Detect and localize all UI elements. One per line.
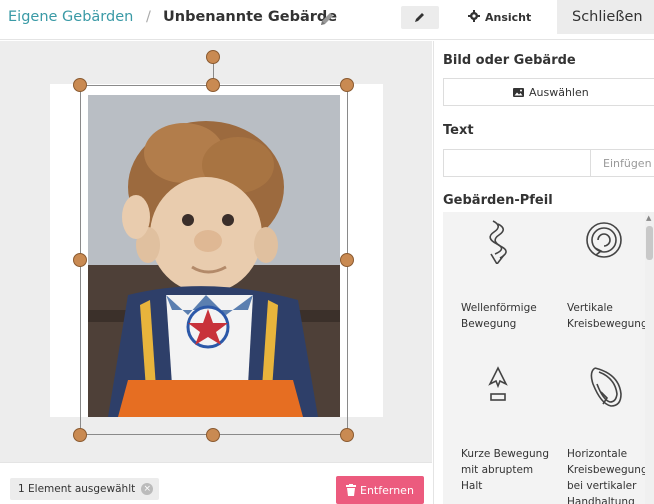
arrow-label-abrupt-stop: Kurze Bewegung mit abruptem Halt [461, 448, 549, 492]
canvas-footer: 1 Element ausgewählt × Entfernen [0, 462, 432, 504]
sign-canvas[interactable] [0, 41, 432, 462]
resize-handle-bottom[interactable] [206, 428, 220, 442]
insert-text-button[interactable]: Einfügen [590, 149, 654, 177]
stop-arrow-icon [488, 366, 508, 401]
rename-pencil-icon[interactable] [318, 10, 336, 28]
close-button[interactable]: Schließen [557, 0, 654, 34]
arrow-label-vertical-circle: Vertikale Kreisbewegung [567, 302, 648, 330]
page-title: Unbenannte Gebärde [163, 9, 338, 25]
arrow-label-wave: Wellenförmige Bewegung [461, 302, 537, 330]
resize-handle-top-right[interactable] [340, 78, 354, 92]
scroll-up-icon[interactable]: ▲ [646, 214, 651, 222]
resize-handle-bottom-left[interactable] [73, 428, 87, 442]
circle-arrow-icon [586, 222, 622, 258]
editor-window: Eigene Gebärden / Unbenannte Gebärde Ans… [0, 0, 654, 504]
selection-status-chip: 1 Element ausgewählt × [10, 478, 160, 500]
pencil-icon [415, 13, 424, 22]
arrow-gallery-scrollbar[interactable]: ▲ [645, 212, 654, 504]
image-icon [513, 88, 524, 97]
rotate-handle[interactable] [206, 50, 220, 64]
resize-handle-top-left[interactable] [73, 78, 87, 92]
sign-text-input[interactable] [443, 149, 591, 177]
arrow-gallery: Wellenförmige Bewegung Vertikale Kreisbe… [443, 212, 654, 504]
trash-icon [346, 484, 356, 496]
breadcrumb-parent-link[interactable]: Eigene Gebärden [8, 9, 133, 25]
edit-button[interactable] [401, 6, 439, 29]
resize-handle-left[interactable] [73, 253, 87, 267]
image-section-title: Bild oder Gebärde [443, 53, 576, 68]
view-button[interactable]: Ansicht [452, 6, 546, 29]
remove-button[interactable]: Entfernen [336, 476, 424, 504]
arrow-label-horizontal-circle: Horizontale Kreisbewegung bei vertikaler… [567, 448, 648, 504]
wave-arrow-icon [489, 220, 507, 264]
selection-status-text: 1 Element ausgewählt [18, 483, 136, 495]
arrow-option-abrupt-stop[interactable]: Kurze Bewegung mit abruptem Halt [447, 364, 549, 494]
scrollbar-thumb[interactable] [646, 226, 653, 260]
resize-handle-right[interactable] [340, 253, 354, 267]
breadcrumb-separator: / [146, 9, 151, 25]
arrow-option-horizontal-circle[interactable]: Horizontale Kreisbewegung bei vertikaler… [553, 364, 653, 504]
resize-handle-top[interactable] [206, 78, 220, 92]
resize-handle-bottom-right[interactable] [340, 428, 354, 442]
top-bar: Eigene Gebärden / Unbenannte Gebärde Ans… [0, 0, 654, 40]
remove-label: Entfernen [360, 484, 414, 497]
horizontal-circle-arrow-icon [590, 367, 622, 407]
arrow-option-vertical-circle[interactable]: Vertikale Kreisbewegung [553, 218, 653, 348]
choose-image-button[interactable]: Auswählen [443, 78, 654, 106]
gear-icon [468, 10, 480, 22]
insert-label: Einfügen [603, 157, 652, 170]
arrow-option-wave[interactable]: Wellenförmige Bewegung [447, 218, 547, 348]
view-label: Ansicht [485, 11, 532, 24]
close-label: Schließen [572, 9, 643, 25]
properties-panel: Bild oder Gebärde Auswählen Text Einfüge… [433, 41, 654, 504]
choose-label: Auswählen [529, 86, 589, 99]
arrow-section-title: Gebärden-Pfeil [443, 193, 553, 208]
selection-frame [80, 85, 348, 435]
clear-selection-icon[interactable]: × [141, 483, 154, 495]
text-section-title: Text [443, 123, 474, 138]
